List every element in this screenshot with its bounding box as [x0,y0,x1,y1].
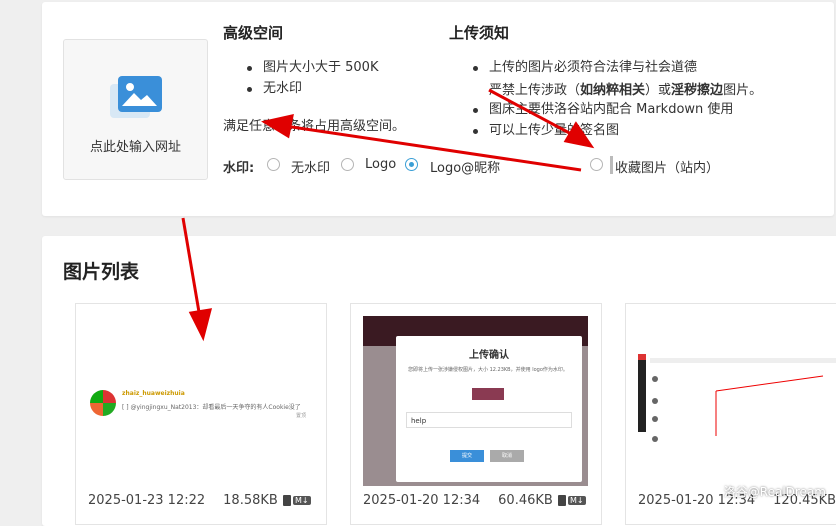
image-actions: M↓ [558,493,586,506]
image-actions: M↓ [283,493,311,506]
cancel-button[interactable]: 取消 [490,450,524,462]
image-meta: 2025-01-23 12:22 18.58KB [88,493,278,508]
upload-prompt: 点此处输入网址 [89,140,181,155]
upload-confirm-dialog: 上传确认 您即将上传一张涉嫌侵权图片，大小 12.23KB，并使用 logo作为… [396,336,582,482]
clipboard-icon[interactable] [283,494,291,506]
forbid-suffix: 图片。 [723,83,763,98]
radio-label-no-watermark[interactable]: 无水印 [291,157,330,176]
image-icon [110,76,162,118]
radio-label-logo-nickname[interactable]: Logo@昵称 [430,157,500,176]
watermark-label: 水印: [223,161,255,176]
image-thumbnail[interactable]: zhaiz_huaweizhuia [ ] @yingjingxu_Nat201… [88,316,313,486]
collect-label[interactable]: 收藏图片（站内） [615,157,719,176]
image-size: 18.58KB [223,493,278,508]
dialog-title: 上传确认 [469,350,509,361]
radio-no-watermark[interactable] [267,158,280,171]
radio-label-logo[interactable]: Logo [365,157,396,172]
image-card[interactable]: 上传确认 您即将上传一张涉嫌侵权图片，大小 12.23KB，并使用 logo作为… [350,303,602,525]
comment-text: [ ] @yingjingxu_Nat2013：却看最后一天争夺的有人Cooki… [122,404,301,411]
submit-button[interactable]: 提交 [450,450,484,462]
logo-preview [472,388,504,400]
upload-rules-list: 上传的图片必须符合法律与社会道德 [449,57,697,78]
image-thumbnail[interactable]: 上传确认 您即将上传一张涉嫌侵权图片，大小 12.23KB，并使用 logo作为… [363,316,588,486]
forbid-bold-2: 淫秽擦边 [671,83,724,98]
image-time: 2025-01-20 12:34 [363,493,481,508]
forbid-bold-1: 如纳粹相关 [580,83,646,98]
markdown-icon[interactable]: M↓ [293,495,311,505]
comment-tag: 置顶 [296,413,307,419]
list-item: 无水印 [223,78,378,99]
caret-marker [610,156,613,174]
image-thumbnail[interactable] [638,316,836,486]
forbid-rule: 严禁上传涉政（如纳粹相关）或淫秽擦边图片。 [489,79,762,98]
upload-rules-title: 上传须知 [449,24,510,42]
dialog-body: 您即将上传一张涉嫌侵权图片，大小 12.23KB，并使用 logo作为水印。 [408,367,568,373]
advanced-space-note: 满足任意一条将占用高级空间。 [223,119,406,134]
annotation-arrow [715,375,824,436]
image-meta: 2025-01-20 12:34 60.46KB [363,493,553,508]
markdown-icon[interactable]: M↓ [568,495,586,505]
avatar [90,390,116,416]
advanced-space-title: 高级空间 [223,24,284,42]
image-size: 60.46KB [498,493,553,508]
clipboard-icon[interactable] [558,494,566,506]
forbid-mid: ）或 [645,83,672,98]
image-card[interactable]: zhaiz_huaweizhuia [ ] @yingjingxu_Nat201… [75,303,327,525]
collect-checkbox[interactable] [590,158,603,171]
forbid-prefix: 严禁上传涉政（ [489,83,581,98]
list-item: 可以上传少量的签名图 [449,120,733,141]
list-item: 图床主要供洛谷站内配合 Markdown 使用 [449,99,733,120]
list-item: 图片大小大于 500K [223,57,378,78]
radio-logo[interactable] [341,158,354,171]
advanced-space-list: 图片大小大于 500K 无水印 [223,57,378,99]
dialog-input[interactable]: help [406,412,572,428]
upload-rules-list-cont: 图床主要供洛谷站内配合 Markdown 使用 可以上传少量的签名图 [449,99,733,141]
radio-logo-nickname[interactable] [405,158,418,171]
comment-user: zhaiz_huaweizhuia [122,390,185,397]
url-upload-box[interactable]: 点此处输入网址 [63,39,208,180]
site-watermark: 洛谷@RealDream [723,485,826,499]
image-list-title: 图片列表 [63,261,140,283]
comment-preview: zhaiz_huaweizhuia [ ] @yingjingxu_Nat201… [88,382,313,432]
list-item: 上传的图片必须符合法律与社会道德 [449,57,697,78]
image-time: 2025-01-23 12:22 [88,493,206,508]
